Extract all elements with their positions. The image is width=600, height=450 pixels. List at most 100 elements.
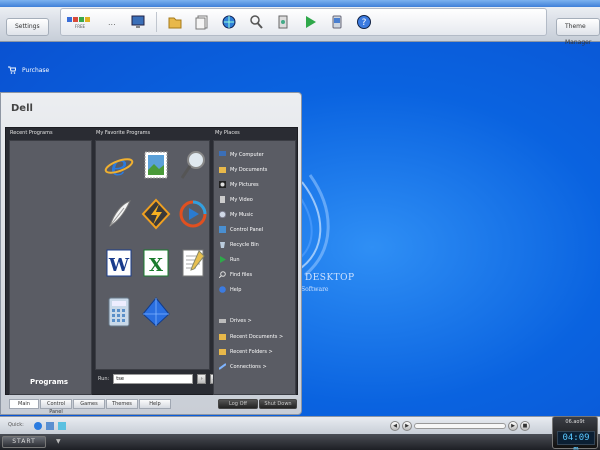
cart-icon (8, 66, 16, 74)
dock-more[interactable]: ... (108, 18, 116, 27)
my-places-panel: My Computer My Documents My Pictures My … (213, 140, 296, 395)
tab-games[interactable]: Games (73, 399, 105, 409)
purchase-label: Purchase (22, 66, 50, 74)
navigation-control: ◀ ▶ ▶ ■ (390, 420, 530, 432)
dock-separator (155, 12, 157, 32)
folder-icon (219, 166, 226, 173)
place-label: My Music (230, 211, 254, 218)
clock-widget[interactable]: 06.ao9t 04:09 m (552, 416, 598, 450)
settings-button[interactable]: Settings (6, 18, 49, 36)
taskbar: START ▼ (0, 434, 600, 450)
media-player-icon[interactable] (176, 196, 210, 232)
tab-help[interactable]: Help (139, 399, 171, 409)
quill-icon[interactable] (102, 196, 136, 232)
find-icon (219, 271, 226, 278)
clock-time: 04:09 m (557, 431, 595, 450)
quick-desktop-icon[interactable] (44, 420, 55, 431)
tray-mini[interactable]: FREE (65, 15, 95, 29)
place-run[interactable]: Run (219, 256, 240, 263)
quick-media-icon[interactable] (56, 420, 67, 431)
theme-manager-button[interactable]: Theme Manager (556, 18, 600, 46)
nav-track[interactable] (414, 423, 506, 429)
place-label: My Video (230, 196, 253, 203)
place-label: Recycle Bin (230, 241, 259, 248)
place-my-documents[interactable]: My Documents (219, 166, 267, 173)
place-recent-documents[interactable]: Recent Documents > (219, 333, 283, 340)
purchase-link[interactable]: Purchase (8, 66, 49, 74)
internet-explorer-icon[interactable]: e (102, 147, 136, 183)
tab-main[interactable]: Main (9, 399, 39, 409)
my-computer-icon[interactable] (129, 13, 147, 31)
recent-programs-panel: Programs (9, 140, 92, 395)
place-my-music[interactable]: My Music (219, 211, 253, 218)
top-dock-bar: Settings FREE ... ? Theme Manager (0, 0, 600, 46)
programs-button[interactable]: Programs (30, 378, 68, 386)
recent-programs-header: Recent Programs (10, 130, 53, 136)
word-icon[interactable]: W (102, 245, 136, 281)
app-dock: FREE ... ? (60, 8, 547, 36)
place-my-video[interactable]: My Video (219, 196, 253, 203)
top-accent-strip (0, 0, 600, 7)
nav-back-button[interactable]: ◀ (390, 421, 400, 431)
place-control-panel[interactable]: Control Panel (219, 226, 263, 233)
music-icon (219, 211, 226, 218)
start-menu: Dell Recent Programs My Favorite Program… (0, 92, 302, 415)
place-label: My Pictures (230, 181, 259, 188)
mail-stamp-icon[interactable] (139, 147, 173, 183)
place-label: Control Panel (230, 226, 264, 233)
control-panel-icon[interactable] (274, 13, 292, 31)
svg-text:X: X (149, 255, 163, 276)
device-icon[interactable] (328, 13, 346, 31)
crystal-icon[interactable] (139, 294, 173, 330)
place-help[interactable]: Help (219, 286, 241, 293)
folder-icon (219, 348, 226, 355)
search-icon[interactable] (247, 13, 265, 31)
svg-text:W: W (108, 255, 130, 276)
connections-icon (219, 363, 226, 370)
run-input[interactable]: tse (113, 374, 194, 384)
run-go-button[interactable]: › (197, 374, 207, 384)
run-bar: Run: tse › … (98, 374, 220, 384)
place-label: My Computer (230, 151, 264, 158)
favorite-programs-panel: e W X (95, 140, 210, 370)
folder-icon[interactable] (166, 13, 184, 31)
nav-next-button[interactable]: ▶ (508, 421, 518, 431)
calculator-icon[interactable] (102, 294, 136, 330)
taskbar-expand-icon[interactable]: ▼ (56, 438, 61, 445)
tray-caption: FREE (74, 24, 86, 29)
winamp-icon[interactable] (139, 196, 173, 232)
place-label: Recent Documents > (230, 333, 284, 340)
place-recent-folders[interactable]: Recent Folders > (219, 348, 273, 355)
notepad-icon[interactable] (176, 245, 210, 281)
place-recycle-bin[interactable]: Recycle Bin (219, 241, 259, 248)
search-magnifier-icon[interactable] (176, 147, 210, 183)
documents-icon[interactable] (193, 13, 211, 31)
start-button[interactable]: START (2, 436, 46, 448)
place-drives[interactable]: Drives > (219, 317, 252, 324)
run-label: Run: (98, 376, 110, 382)
tab-themes[interactable]: Themes (106, 399, 138, 409)
help-icon (219, 286, 226, 293)
place-label: Connections > (230, 363, 267, 370)
place-connections[interactable]: Connections > (219, 363, 267, 370)
run-icon[interactable] (301, 13, 319, 31)
place-my-pictures[interactable]: My Pictures (219, 181, 259, 188)
control-panel-icon (219, 226, 226, 233)
log-off-button[interactable]: Log Off (218, 399, 258, 409)
folder-icon (219, 333, 226, 340)
place-label: Drives > (230, 317, 252, 324)
nav-end-button[interactable]: ■ (520, 421, 530, 431)
place-find-files[interactable]: Find files (219, 271, 252, 278)
menu-tabs: Main Control Panel Games Themes Help (9, 399, 171, 415)
place-my-computer[interactable]: My Computer (219, 151, 264, 158)
tab-control-panel[interactable]: Control Panel (40, 399, 72, 415)
recycle-bin-icon (219, 241, 226, 248)
place-label: Recent Folders > (230, 348, 273, 355)
nav-forward-button[interactable]: ▶ (402, 421, 412, 431)
excel-icon[interactable]: X (139, 245, 173, 281)
shut-down-button[interactable]: Shut Down (259, 399, 297, 409)
help-icon[interactable]: ? (355, 13, 373, 31)
clock-date: 06.ao9t (565, 419, 585, 425)
internet-globe-icon[interactable] (220, 13, 238, 31)
quick-ie-icon[interactable] (32, 420, 43, 431)
